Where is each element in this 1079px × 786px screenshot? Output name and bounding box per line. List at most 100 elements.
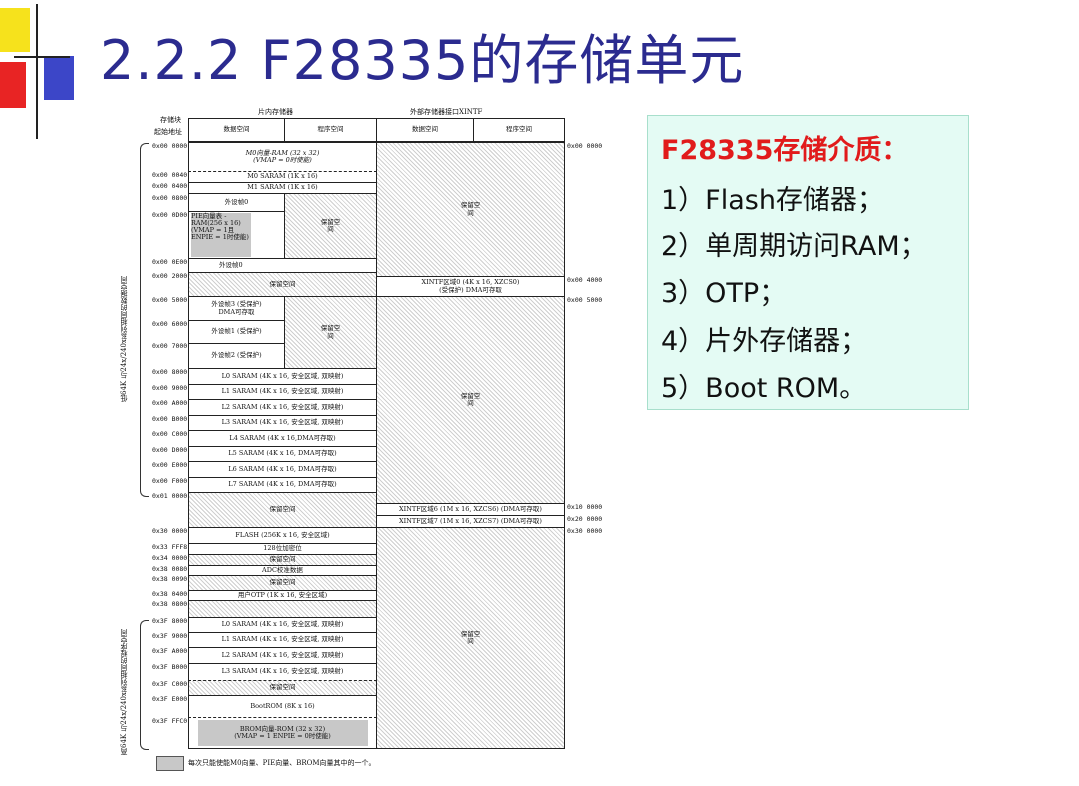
block-reserved-adc: 保留空间 (188, 575, 377, 591)
block-reserved-top: 保留空间 (284, 193, 377, 259)
brom-gray-area: BROM向量-ROM (32 x 32) (VMAP = 1 ENPIE = 0… (197, 720, 368, 746)
addr-13: 0x00 B000 (152, 415, 188, 423)
addr-18: 0x01 0000 (152, 492, 188, 500)
addr-27: 0x3F 9000 (152, 632, 188, 640)
page-title: 2.2.2 F28335的存储单元 (100, 29, 745, 92)
legend-text: 每次只能使能M0向量、PIE向量、BROM向量其中的一个。 (188, 759, 376, 767)
addr-10: 0x00 8000 (152, 368, 188, 376)
brom-label: BROM向量-ROM (32 x 32) (VMAP = 1 ENPIE = 0… (234, 724, 331, 740)
hdr-data-space: 数据空间 (188, 118, 285, 142)
addr-30: 0x3F C000 (152, 680, 188, 688)
deco-red-square (0, 62, 26, 108)
ext-reserved-mid-label: 保留空间 (460, 391, 481, 407)
block-pf0b: 外设帧0 (188, 258, 377, 273)
block-reserved-otp (188, 600, 377, 618)
addr-11: 0x00 9000 (152, 384, 188, 392)
addr-5: 0x00 0E00 (152, 258, 188, 266)
addr-7: 0x00 5000 (152, 296, 188, 304)
addr-2: 0x00 0400 (152, 182, 188, 190)
block-l2-high: L2 SARAM (4K x 16, 安全区域, 双映射) (188, 647, 377, 664)
block-pf1: 外设帧1 (受保护) (188, 320, 285, 344)
block-m0-vector: M0向量-RAM (32 x 32) (VMAP = 0时使能) (188, 142, 377, 172)
deco-vertical-line (36, 4, 38, 139)
block-l2: L2 SARAM (4K x 16, 安全区域, 双映射) (188, 399, 377, 416)
side-label-high: 高64K 与24x/240x系列相同的程序空间 (120, 629, 128, 755)
block-pf0: 外设帧0 (188, 193, 285, 212)
block-l7: L7 SARAM (4K x 16, DMA可存取) (188, 477, 377, 493)
pie-gray-area: PIE向量表 - RAM(256 x 16) (VMAP = 1且ENPIE =… (191, 213, 251, 257)
panel-item-4: 4）片外存储器； (661, 326, 868, 357)
block-l4: L4 SARAM (4K x 16,DMA可存取) (188, 430, 377, 447)
addr-6: 0x00 2000 (152, 272, 188, 280)
block-ext-reserved-bottom: 保留空间 (376, 527, 565, 749)
m0-vector-note: (VMAP = 0时使能) (253, 156, 312, 164)
addr-12: 0x00 A000 (152, 399, 188, 407)
xintf0-note: (受保护) DMA可存取 (439, 285, 502, 294)
panel-heading: F28335存储介质： (661, 135, 909, 166)
addr-28: 0x3F A000 (152, 647, 188, 655)
addr-1: 0x00 0040 (152, 171, 188, 179)
reserved-pf-label: 保留空间 (320, 324, 341, 340)
addr-22: 0x38 0080 (152, 565, 188, 573)
pf3-dma: DMA可存取 (218, 307, 255, 316)
block-l3-high: L3 SARAM (4K x 16, 安全区域, 双映射) (188, 663, 377, 681)
addr-8: 0x00 6000 (152, 320, 188, 328)
block-l6: L6 SARAM (4K x 16, DMA可存取) (188, 461, 377, 478)
block-l1: L1 SARAM (4K x 16, 安全区域, 双映射) (188, 384, 377, 400)
deco-blue-square (44, 56, 74, 100)
raddr-2: 0x00 5000 (567, 296, 603, 304)
addr-14: 0x00 C000 (152, 430, 188, 438)
addr-15: 0x00 D000 (152, 446, 188, 454)
raddr-1: 0x00 4000 (567, 276, 603, 284)
legend-swatch (156, 756, 184, 771)
addr-23: 0x38 0090 (152, 575, 188, 583)
block-l3: L3 SARAM (4K x 16, 安全区域, 双映射) (188, 415, 377, 431)
raddr-0: 0x00 0000 (567, 142, 603, 150)
block-pf2: 外设帧2 (受保护) (188, 343, 285, 369)
block-pf3: 外设帧3 (受保护) DMA可存取 (188, 296, 285, 321)
addr-25: 0x38 0800 (152, 600, 188, 608)
hdr-external: 外部存储器接口XINTF (410, 108, 483, 116)
deco-yellow-square (0, 8, 30, 52)
panel-item-2: 2）单周期访问RAM； (661, 231, 927, 262)
block-brom-vector: BROM向量-ROM (32 x 32) (VMAP = 1 ENPIE = 0… (188, 717, 377, 749)
block-reserved-high: 保留空间 (188, 680, 377, 696)
addr-29: 0x3F B000 (152, 663, 188, 671)
hdr-ext-data-space: 数据空间 (376, 118, 474, 142)
block-ext-reserved-top: 保留空间 (376, 142, 565, 277)
addr-24: 0x38 0400 (152, 590, 188, 598)
block-l0: L0 SARAM (4K x 16, 安全区域, 双映射) (188, 368, 377, 385)
addr-17: 0x00 F000 (152, 477, 188, 485)
storage-media-panel: F28335存储介质： 1）Flash存储器； 2）单周期访问RAM； 3）OT… (647, 115, 969, 410)
block-pie: PIE向量表 - RAM(256 x 16) (VMAP = 1且ENPIE =… (188, 211, 285, 259)
block-reserved-2: 保留空间 (188, 272, 377, 297)
block-l5: L5 SARAM (4K x 16, DMA可存取) (188, 446, 377, 462)
raddr-3: 0x10 0000 (567, 503, 603, 511)
addr-32: 0x3F FFC0 (152, 717, 188, 725)
addr-4: 0x00 0D00 (152, 211, 188, 219)
block-bootrom: BootROM (8K x 16) (188, 695, 377, 718)
addr-9: 0x00 7000 (152, 342, 188, 350)
addr-0: 0x00 0000 (152, 142, 188, 150)
addr-26: 0x3F 8000 (152, 617, 188, 625)
brace-high (140, 620, 149, 750)
addr-3: 0x00 0800 (152, 194, 188, 202)
panel-item-5: 5）Boot ROM。 (661, 373, 867, 404)
panel-item-1: 1）Flash存储器； (661, 185, 884, 216)
hdr-start-addr: 起始地址 (154, 128, 182, 136)
addr-21: 0x34 0000 (152, 554, 188, 562)
hdr-ext-prog-space: 程序空间 (473, 118, 565, 142)
hdr-block-start: 存储块 (160, 116, 181, 124)
hdr-prog-space: 程序空间 (284, 118, 377, 142)
hdr-onchip: 片内存储器 (258, 108, 293, 116)
ext-reserved-bottom-label: 保留空间 (460, 629, 481, 645)
addr-16: 0x00 E000 (152, 461, 188, 469)
block-l0-high: L0 SARAM (4K x 16, 安全区域, 双映射) (188, 617, 377, 633)
brace-low (140, 143, 149, 497)
addr-20: 0x33 FFF8 (152, 543, 188, 551)
addr-31: 0x3F E000 (152, 695, 188, 703)
block-ext-reserved-mid: 保留空间 (376, 296, 565, 504)
raddr-5: 0x30 0000 (567, 527, 603, 535)
panel-item-3: 3）OTP； (661, 278, 787, 309)
block-reserved-pf: 保留空间 (284, 296, 377, 369)
